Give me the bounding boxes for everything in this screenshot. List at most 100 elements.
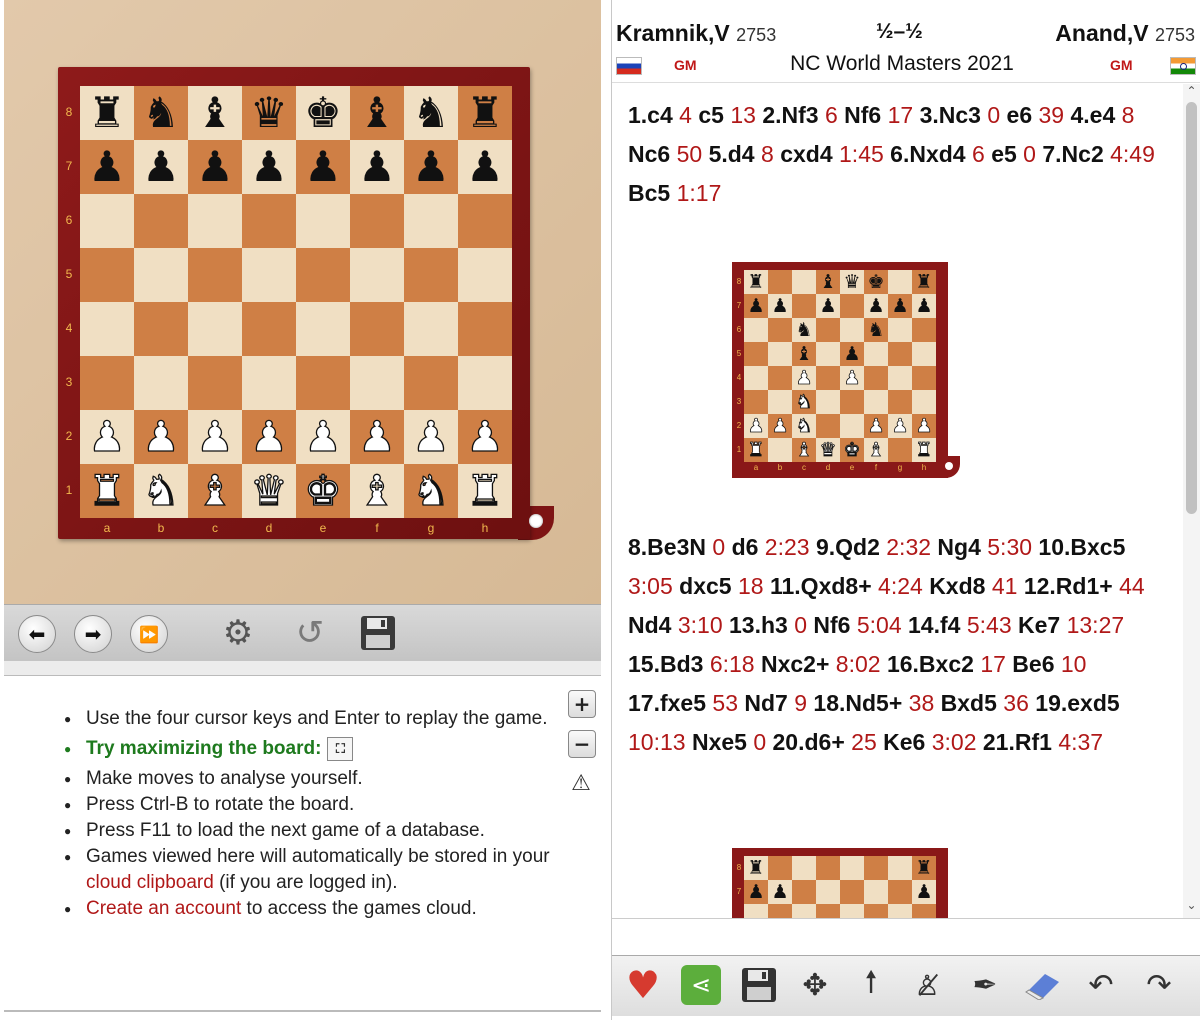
square-g6[interactable]: [404, 194, 458, 248]
white-pawn-icon[interactable]: ♟: [412, 415, 451, 458]
square-g8[interactable]: ♞: [404, 86, 458, 140]
move[interactable]: 3.Nc3: [920, 102, 981, 128]
move[interactable]: 7.Nc2: [1042, 141, 1103, 167]
square-f1[interactable]: ♝: [350, 464, 404, 518]
move[interactable]: 13.h3: [729, 612, 788, 638]
square-c7[interactable]: ♟: [188, 140, 242, 194]
move[interactable]: 20.d6+: [773, 729, 845, 755]
move[interactable]: Nd4: [628, 612, 671, 638]
delete-piece-button[interactable]: ♙̸: [904, 962, 950, 1008]
square-g2[interactable]: ♟: [404, 410, 458, 464]
move[interactable]: Kxd8: [929, 573, 985, 599]
square-d1[interactable]: ♛: [242, 464, 296, 518]
erase-button[interactable]: [1020, 962, 1066, 1008]
move[interactable]: Ke6: [883, 729, 925, 755]
square-c5[interactable]: [188, 248, 242, 302]
square-f6[interactable]: [350, 194, 404, 248]
move[interactable]: Be6: [1012, 651, 1054, 677]
move[interactable]: dxc5: [679, 573, 731, 599]
engine-button[interactable]: ⚙: [216, 611, 260, 655]
black-knight-icon[interactable]: ♞: [412, 92, 450, 134]
move[interactable]: Nxe5: [692, 729, 747, 755]
square-f5[interactable]: [350, 248, 404, 302]
rotate-board-button[interactable]: ↺: [288, 611, 332, 655]
diagram-end[interactable]: ♜ ♜ ♟ ♟ ♟ 87: [732, 848, 948, 918]
square-e8[interactable]: ♚: [296, 86, 350, 140]
white-pawn-icon[interactable]: ♟: [358, 415, 397, 458]
zoom-out-button[interactable]: −: [568, 730, 596, 758]
square-b1[interactable]: ♞: [134, 464, 188, 518]
black-rook-icon[interactable]: ♜: [466, 92, 504, 134]
move[interactable]: 10.Bxc5: [1038, 534, 1125, 560]
black-player[interactable]: Anand,V 2753: [1055, 20, 1195, 47]
move[interactable]: Nf6: [813, 612, 850, 638]
move[interactable]: Nc6: [628, 141, 670, 167]
white-bishop-icon[interactable]: ♝: [358, 469, 397, 512]
square-f7[interactable]: ♟: [350, 140, 404, 194]
move[interactable]: 18.Nd5+: [813, 690, 902, 716]
square-a4[interactable]: [80, 302, 134, 356]
white-pawn-icon[interactable]: ♟: [196, 415, 235, 458]
panel-divider[interactable]: [4, 661, 601, 676]
square-h8[interactable]: ♜: [458, 86, 512, 140]
move-button[interactable]: ✥: [792, 962, 838, 1008]
square-d6[interactable]: [242, 194, 296, 248]
undo-button[interactable]: ↶: [1078, 962, 1124, 1008]
square-b2[interactable]: ♟: [134, 410, 188, 464]
square-d7[interactable]: ♟: [242, 140, 296, 194]
share-button[interactable]: ⋖: [678, 962, 724, 1008]
move[interactable]: 19.exd5: [1035, 690, 1119, 716]
square-e4[interactable]: [296, 302, 350, 356]
square-d4[interactable]: [242, 302, 296, 356]
white-pawn-icon[interactable]: ♟: [142, 415, 181, 458]
square-a1[interactable]: ♜: [80, 464, 134, 518]
diagram-after-move-7[interactable]: ♜ ♝ ♛ ♚ ♜ ♟ ♟ ♟ ♟ ♟ ♟ ♞ ♞ ♝ ♟ ♟ ♟ ♞ ♟ ♟ ♞ ♟ ♟ ♟ ♜ ♝ ♛ ♚ ♝ ♜ 87654321a…: [732, 262, 960, 478]
square-c8[interactable]: ♝: [188, 86, 242, 140]
move[interactable]: 4.e4: [1071, 102, 1116, 128]
black-pawn-icon[interactable]: ♟: [196, 146, 234, 188]
square-e7[interactable]: ♟: [296, 140, 350, 194]
cloud-clipboard-link[interactable]: cloud clipboard: [86, 872, 214, 893]
move[interactable]: Nf6: [844, 102, 881, 128]
square-g3[interactable]: [404, 356, 458, 410]
square-a6[interactable]: [80, 194, 134, 248]
square-a5[interactable]: [80, 248, 134, 302]
square-d2[interactable]: ♟: [242, 410, 296, 464]
square-e5[interactable]: [296, 248, 350, 302]
chevron-down-icon[interactable]: ⌄: [1183, 898, 1200, 914]
move[interactable]: 16.Bxc2: [887, 651, 974, 677]
move[interactable]: cxd4: [780, 141, 832, 167]
move[interactable]: 12.Rd1+: [1024, 573, 1113, 599]
white-pawn-icon[interactable]: ♟: [88, 415, 127, 458]
white-rook-icon[interactable]: ♜: [88, 469, 127, 512]
square-d8[interactable]: ♛: [242, 86, 296, 140]
move[interactable]: Nd7: [744, 690, 787, 716]
move[interactable]: 17.fxe5: [628, 690, 706, 716]
white-player[interactable]: Kramnik,V 2753: [616, 20, 776, 47]
square-g5[interactable]: [404, 248, 458, 302]
last-move-button[interactable]: ⏩: [130, 615, 168, 653]
black-pawn-icon[interactable]: ♟: [88, 146, 126, 188]
black-rook-icon[interactable]: ♜: [88, 92, 126, 134]
black-pawn-icon[interactable]: ♟: [412, 146, 450, 188]
white-knight-icon[interactable]: ♞: [142, 469, 181, 512]
square-e3[interactable]: [296, 356, 350, 410]
square-h4[interactable]: [458, 302, 512, 356]
square-a7[interactable]: ♟: [80, 140, 134, 194]
square-h7[interactable]: ♟: [458, 140, 512, 194]
move[interactable]: Ke7: [1018, 612, 1060, 638]
move[interactable]: 15.Bd3: [628, 651, 703, 677]
black-bishop-icon[interactable]: ♝: [358, 92, 396, 134]
notation-scrollbar[interactable]: ⌃ ⌄: [1183, 84, 1200, 918]
black-bishop-icon[interactable]: ♝: [196, 92, 234, 134]
save-game-button[interactable]: [356, 611, 400, 655]
move[interactable]: 5.d4: [709, 141, 755, 167]
black-king-icon[interactable]: ♚: [304, 92, 342, 134]
square-b6[interactable]: [134, 194, 188, 248]
move[interactable]: Bc5: [628, 180, 670, 206]
black-pawn-icon[interactable]: ♟: [358, 146, 396, 188]
move[interactable]: 11.Qxd8+: [770, 573, 872, 599]
black-pawn-icon[interactable]: ♟: [142, 146, 180, 188]
white-knight-icon[interactable]: ♞: [412, 469, 451, 512]
black-queen-icon[interactable]: ♛: [250, 92, 288, 134]
